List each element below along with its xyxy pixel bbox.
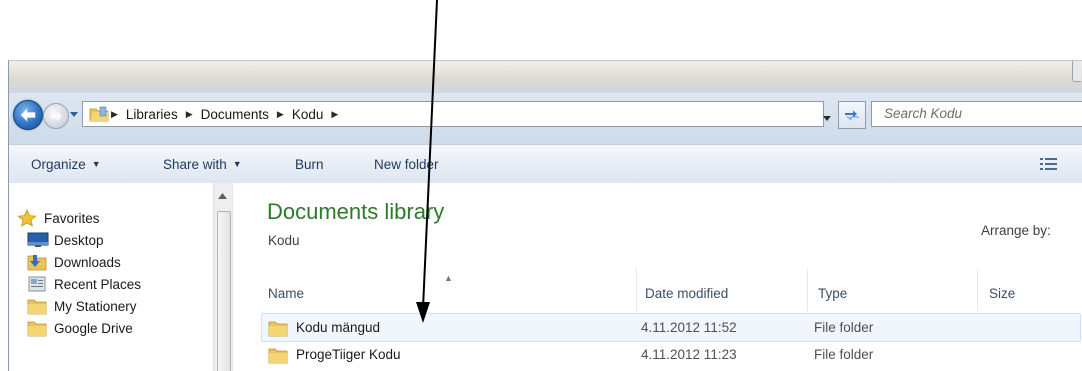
address-history-dropdown[interactable] <box>823 108 833 121</box>
search-box[interactable] <box>871 101 1082 127</box>
file-name-cell[interactable]: ProgeTiiger Kodu <box>268 341 401 368</box>
nav-item-label: Recent Places <box>54 276 142 292</box>
column-header-date-modified[interactable]: Date modified <box>645 275 728 311</box>
column-divider[interactable] <box>977 269 978 311</box>
new-folder-label: New folder <box>374 156 439 172</box>
title-bar <box>9 61 1082 93</box>
column-divider[interactable] <box>807 269 808 311</box>
library-subtitle: Kodu <box>268 233 300 248</box>
burn-button[interactable]: Burn <box>295 145 324 183</box>
file-date: 4.11.2012 11:23 <box>641 347 737 362</box>
chevron-down-icon <box>823 116 831 121</box>
star-icon <box>17 209 39 227</box>
nav-favorites-label: Favorites <box>44 210 100 226</box>
search-input[interactable] <box>872 102 1082 124</box>
file-row[interactable]: ProgeTiiger Kodu 4.11.2012 11:23 File fo… <box>261 341 1079 368</box>
downloads-icon <box>27 253 49 271</box>
views-icon[interactable] <box>1040 157 1058 171</box>
nav-item-label: My Stationery <box>54 298 137 314</box>
file-type: File folder <box>814 320 874 335</box>
column-header-type[interactable]: Type <box>818 275 847 311</box>
chevron-down-icon: ▼ <box>232 159 242 169</box>
desktop-icon <box>27 231 49 249</box>
address-bar[interactable]: ▶ Libraries ▶ Documents ▶ Kodu ▶ <box>82 101 824 127</box>
nav-favorites[interactable]: Favorites <box>17 207 100 229</box>
column-header-size[interactable]: Size <box>989 275 1015 311</box>
nav-pane-scrollbar[interactable] <box>213 183 232 371</box>
nav-item-my-stationery[interactable]: My Stationery <box>27 295 137 317</box>
navigation-pane: Favorites Desktop Downloads Recent Place… <box>9 183 232 371</box>
folder-icon <box>27 319 49 337</box>
nav-item-downloads[interactable]: Downloads <box>27 251 121 273</box>
nav-item-google-drive[interactable]: Google Drive <box>27 317 133 339</box>
refresh-button[interactable] <box>838 101 866 129</box>
burn-label: Burn <box>295 156 324 172</box>
nav-item-label: Desktop <box>54 232 104 248</box>
sort-ascending-icon: ▲ <box>444 273 453 283</box>
organize-label: Organize <box>31 156 86 172</box>
column-header-name[interactable]: Name <box>268 275 304 311</box>
nav-item-label: Downloads <box>54 254 121 270</box>
new-folder-button[interactable]: New folder <box>374 145 439 183</box>
share-with-button[interactable]: Share with ▼ <box>163 145 242 183</box>
chevron-down-icon: ▼ <box>91 159 101 169</box>
file-date: 4.11.2012 11:52 <box>641 320 737 335</box>
breadcrumb-item[interactable]: Kodu <box>292 107 324 122</box>
window-control-stub[interactable] <box>1072 61 1081 82</box>
refresh-icon <box>845 110 859 121</box>
breadcrumb-separator[interactable]: ▶ <box>111 109 118 120</box>
file-name-cell[interactable]: Kodu mängud <box>268 314 380 341</box>
navigation-bar: ▶ Libraries ▶ Documents ▶ Kodu ▶ <box>9 94 1082 134</box>
back-arrow-icon <box>20 108 36 122</box>
chevron-down-icon <box>70 111 78 117</box>
file-type: File folder <box>814 347 874 362</box>
screenshot: ▶ Libraries ▶ Documents ▶ Kodu ▶ Search … <box>0 0 1082 371</box>
content-area: Favorites Desktop Downloads Recent Place… <box>9 183 1082 371</box>
file-row[interactable]: Kodu mängud 4.11.2012 11:52 File folder <box>261 313 1081 342</box>
folder-icon <box>268 319 288 337</box>
organize-button[interactable]: Organize ▼ <box>31 145 101 183</box>
column-divider[interactable] <box>636 269 637 311</box>
scroll-up-icon[interactable] <box>218 193 227 199</box>
scrollbar-thumb[interactable] <box>217 211 231 371</box>
breadcrumb-item[interactable]: Libraries <box>126 107 178 122</box>
nav-item-label: Google Drive <box>54 320 133 336</box>
breadcrumb-separator[interactable]: ▶ <box>186 109 193 120</box>
recent-pages-dropdown[interactable] <box>69 108 79 120</box>
file-name: Kodu mängud <box>296 320 381 335</box>
nav-item-desktop[interactable]: Desktop <box>27 229 104 251</box>
folder-icon <box>89 106 109 122</box>
folder-icon <box>27 297 49 315</box>
library-title: Documents library <box>267 199 445 224</box>
nav-item-recent-places[interactable]: Recent Places <box>27 273 141 295</box>
forward-arrow-icon <box>50 111 62 121</box>
breadcrumb-separator[interactable]: ▶ <box>277 109 284 120</box>
back-button[interactable] <box>13 100 43 130</box>
breadcrumb-separator[interactable]: ▶ <box>331 109 338 120</box>
command-bar: Organize ▼ Share with ▼ Burn New folder <box>9 144 1082 184</box>
share-with-label: Share with <box>163 156 227 172</box>
breadcrumb-item[interactable]: Documents <box>201 107 269 122</box>
file-list-pane: Documents library Kodu Arrange by: ▲ Nam… <box>232 183 1082 371</box>
arrange-by-label[interactable]: Arrange by: <box>981 223 1051 238</box>
forward-button[interactable] <box>43 103 69 129</box>
recent-places-icon <box>27 275 49 293</box>
folder-icon <box>268 346 288 364</box>
explorer-window: ▶ Libraries ▶ Documents ▶ Kodu ▶ Search … <box>8 60 1082 371</box>
file-name: ProgeTiiger Kodu <box>296 347 401 362</box>
breadcrumb: ▶ Libraries ▶ Documents ▶ Kodu ▶ <box>111 102 346 126</box>
